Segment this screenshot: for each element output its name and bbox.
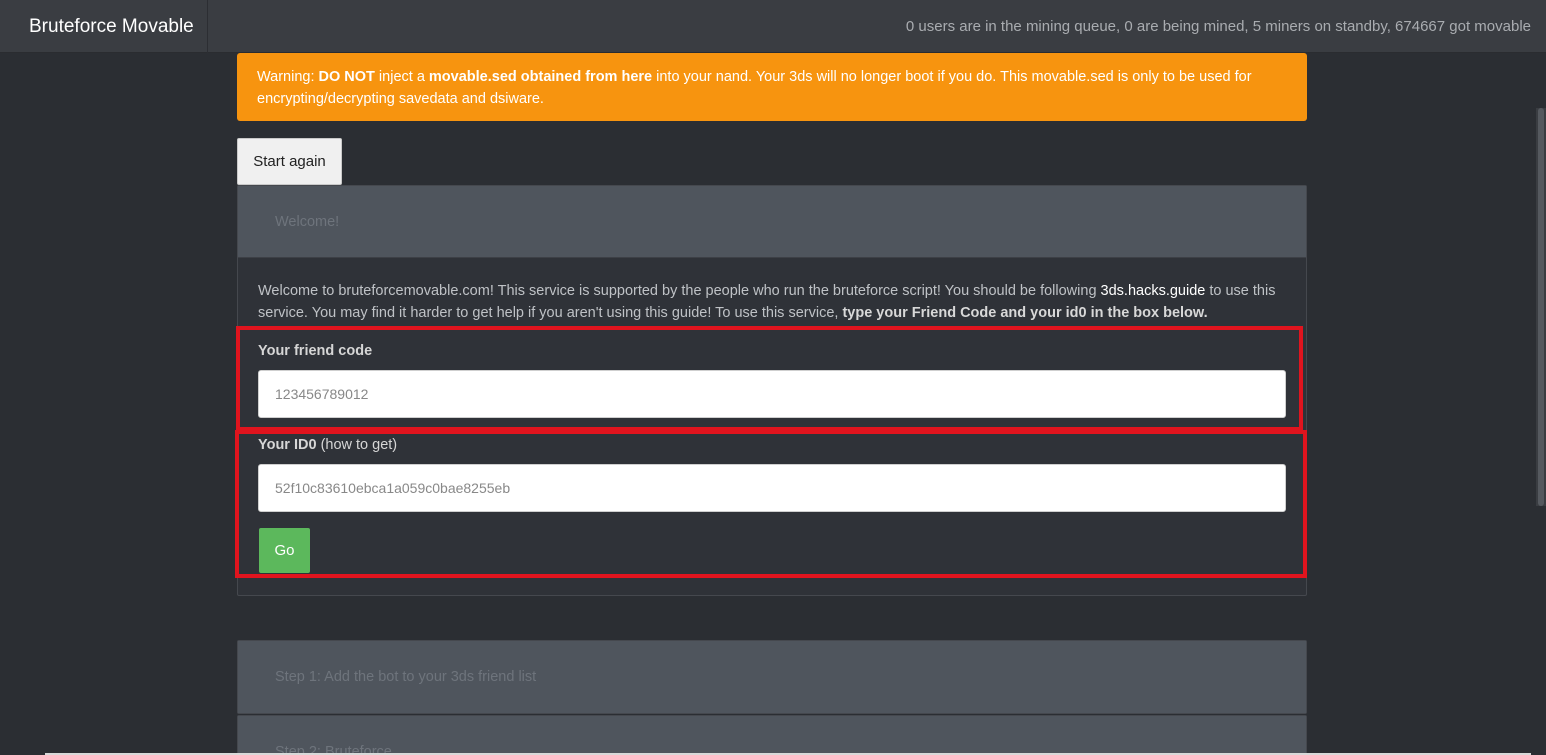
id0-input[interactable] (258, 464, 1286, 512)
scrollbar-thumb[interactable] (1538, 108, 1544, 506)
id0-how-to-get-link[interactable]: (how to get) (317, 437, 398, 453)
brand-link[interactable]: Bruteforce Movable (0, 0, 208, 53)
page-scrollbar[interactable] (1536, 108, 1546, 506)
friend-code-label: Your friend code (258, 343, 372, 359)
friend-code-input[interactable] (258, 370, 1286, 418)
step1-panel: Step 1: Add the bot to your 3ds friend l… (237, 640, 1307, 714)
welcome-panel-heading[interactable]: Welcome! (238, 186, 1306, 258)
welcome-intro: Welcome to bruteforcemovable.com! This s… (258, 280, 1288, 324)
warning-strong-movable: movable.sed obtained from here (428, 69, 653, 85)
warning-alert: Warning: DO NOT inject a movable.sed obt… (237, 53, 1307, 121)
id0-label: Your ID0 (how to get) (258, 437, 397, 453)
step2-panel-heading[interactable]: Step 2: Bruteforce (238, 716, 1306, 755)
warning-strong-do-not: DO NOT (318, 69, 375, 85)
friend-code-label-text: Your friend code (258, 343, 373, 359)
start-again-button[interactable]: Start again (237, 138, 342, 185)
queue-status: 0 users are in the mining queue, 0 are b… (905, 18, 1531, 35)
go-button[interactable]: Go (259, 528, 310, 573)
step2-panel: Step 2: Bruteforce (237, 715, 1307, 755)
step1-panel-heading[interactable]: Step 1: Add the bot to your 3ds friend l… (238, 641, 1306, 713)
intro-text-1: Welcome to bruteforcemovable.com! This s… (258, 283, 1101, 299)
welcome-panel: Welcome! Welcome to bruteforcemovable.co… (237, 185, 1307, 596)
warning-prefix: Warning: (257, 69, 319, 85)
intro-bold-instruction: type your Friend Code and your id0 in th… (842, 305, 1208, 321)
navbar: Bruteforce Movable 0 users are in the mi… (0, 0, 1546, 53)
warning-text-1: inject a (374, 69, 429, 85)
id0-label-text: Your ID0 (258, 437, 317, 453)
guide-link[interactable]: 3ds.hacks.guide (1101, 283, 1206, 299)
